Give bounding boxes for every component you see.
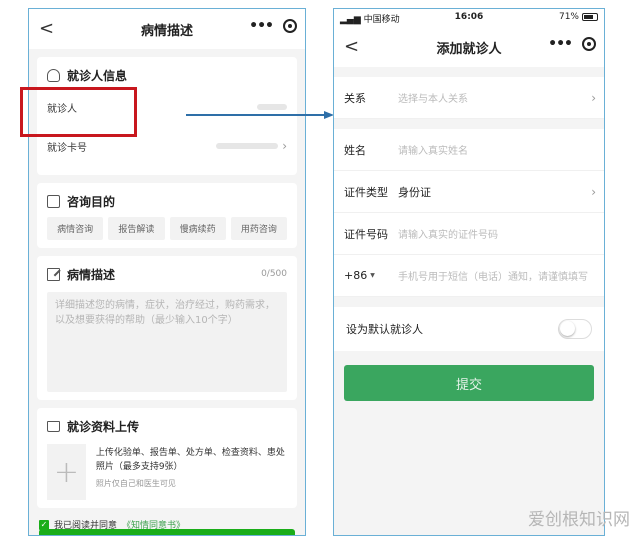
phone-field[interactable]: +86 ▼ 手机号用于短信（电话）通知，请谨慎填写 xyxy=(334,255,604,297)
card-number-blurred xyxy=(216,143,279,149)
battery-status: 71% xyxy=(559,12,598,22)
upload-desc: 上传化验单、报告单、处方单、检查资料、患处照片（最多支持9张） 照片仅自己和医生… xyxy=(96,444,287,500)
country-code-select[interactable]: +86 ▼ xyxy=(344,269,398,282)
upload-header: 就诊资料上传 xyxy=(47,416,287,436)
arrow-connector-icon xyxy=(186,111,334,119)
patient-info-title: 就诊人信息 xyxy=(67,68,128,83)
phone-input[interactable]: 手机号用于短信（电话）通知，请谨慎填写 xyxy=(398,268,594,283)
close-target-icon[interactable] xyxy=(582,37,596,51)
chevron-right-icon: › xyxy=(282,139,287,153)
id-type-value: 身份证 xyxy=(398,185,431,199)
red-highlight-box xyxy=(20,87,137,137)
chat-icon xyxy=(47,194,60,208)
upload-instructions: 上传化验单、报告单、处方单、检查资料、患处照片（最多支持9张） xyxy=(95,448,285,472)
relation-label: 关系 xyxy=(344,91,366,105)
back-icon[interactable]: < xyxy=(39,18,54,39)
chip-condition-consult[interactable]: 病情咨询 xyxy=(47,217,104,240)
id-number-label: 证件号码 xyxy=(344,227,388,241)
condition-desc-input[interactable]: 详细描述您的病情，症状，治疗经过，购药需求，以及想要获得的帮助（最少输入10个字… xyxy=(47,292,287,392)
add-photo-button[interactable]: + xyxy=(47,444,86,500)
relation-group: 关系 选择与本人关系 › xyxy=(334,77,604,119)
name-input[interactable]: 请输入真实姓名 xyxy=(398,142,594,157)
relation-field[interactable]: 关系 选择与本人关系 › xyxy=(334,77,604,119)
folder-icon xyxy=(47,420,60,432)
battery-icon xyxy=(582,13,598,21)
name-label: 姓名 xyxy=(344,143,366,157)
consult-purpose-title: 咨询目的 xyxy=(67,194,116,209)
status-bar: ▂▄▆ 中国移动 16:06 71% xyxy=(334,9,604,27)
upload-area: + 上传化验单、报告单、处方单、检查资料、患处照片（最多支持9张） 照片仅自己和… xyxy=(47,444,287,500)
edit-icon xyxy=(47,267,60,281)
card-number-value: › xyxy=(216,139,287,153)
chevron-right-icon: › xyxy=(591,184,596,199)
mini-program-capsule: ••• xyxy=(548,36,596,52)
agree-checkbox[interactable]: ✓ xyxy=(39,519,49,530)
card-number-label: 就诊卡号 xyxy=(47,142,87,154)
name-field[interactable]: 姓名 请输入真实姓名 xyxy=(334,129,604,171)
back-icon[interactable]: < xyxy=(344,36,359,57)
submit-button-partial[interactable] xyxy=(39,529,295,535)
right-phone-screen: ▂▄▆ 中国移动 16:06 71% < 添加就诊人 ••• 关系 选择与本人关… xyxy=(333,8,605,536)
upload-title: 就诊资料上传 xyxy=(67,419,140,434)
chip-medication-consult[interactable]: 用药咨询 xyxy=(230,217,287,240)
right-nav-bar: < 添加就诊人 ••• xyxy=(334,27,604,67)
id-type-label: 证件类型 xyxy=(344,185,388,199)
upload-privacy-note: 照片仅自己和医生可见 xyxy=(95,479,176,488)
purpose-chips: 病情咨询 报告解读 慢病续药 用药咨询 xyxy=(47,217,287,240)
mini-program-capsule: ••• xyxy=(249,18,297,34)
country-code: +86 xyxy=(344,269,368,282)
id-number-input[interactable]: 请输入真实的证件号码 xyxy=(398,226,594,241)
default-patient-toggle[interactable] xyxy=(558,319,592,339)
watermark-text: 爱创根知识网 xyxy=(528,510,630,530)
page-title: 添加就诊人 xyxy=(436,41,502,57)
chevron-right-icon: › xyxy=(591,90,596,105)
more-icon[interactable]: ••• xyxy=(548,36,573,52)
chip-report-reading[interactable]: 报告解读 xyxy=(108,217,165,240)
id-number-field[interactable]: 证件号码 请输入真实的证件号码 xyxy=(334,213,604,255)
page-title: 病情描述 xyxy=(140,23,193,39)
chip-chronic-refill[interactable]: 慢病续药 xyxy=(169,217,226,240)
patient-info-header: 就诊人信息 xyxy=(47,65,287,85)
dropdown-triangle-icon: ▼ xyxy=(370,272,375,279)
battery-percent: 71% xyxy=(558,12,579,22)
condition-desc-header: 病情描述 0/500 xyxy=(47,264,287,284)
char-count: 0/500 xyxy=(261,269,287,279)
user-icon xyxy=(47,68,60,82)
left-nav-bar: < 病情描述 ••• xyxy=(29,9,305,49)
relation-placeholder: 选择与本人关系 xyxy=(398,94,468,105)
condition-desc-card: 病情描述 0/500 详细描述您的病情，症状，治疗经过，购药需求，以及想要获得的… xyxy=(37,256,297,400)
more-icon[interactable]: ••• xyxy=(249,18,274,34)
upload-card: 就诊资料上传 + 上传化验单、报告单、处方单、检查资料、患处照片（最多支持9张）… xyxy=(37,408,297,508)
id-type-field[interactable]: 证件类型 身份证 › xyxy=(334,171,604,213)
default-patient-label: 设为默认就诊人 xyxy=(346,323,423,336)
condition-desc-title: 病情描述 xyxy=(67,267,116,282)
consult-purpose-header: 咨询目的 xyxy=(47,191,287,211)
close-target-icon[interactable] xyxy=(283,19,297,33)
identity-group: 姓名 请输入真实姓名 证件类型 身份证 › 证件号码 请输入真实的证件号码 +8… xyxy=(334,129,604,297)
consult-purpose-card: 咨询目的 病情咨询 报告解读 慢病续药 用药咨询 xyxy=(37,183,297,248)
submit-button[interactable]: 提交 xyxy=(344,365,594,401)
default-patient-row: 设为默认就诊人 xyxy=(334,307,604,351)
